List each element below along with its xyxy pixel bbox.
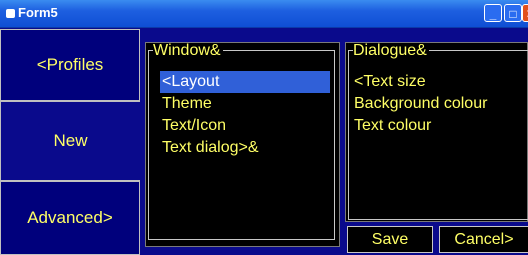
window-panel: Window& <Layout Theme Text/Icon Text dia… <box>145 42 340 247</box>
list-item-text-dialog[interactable]: Text dialog>& <box>162 137 259 159</box>
list-item-theme[interactable]: Theme <box>162 93 212 115</box>
dialogue-group-title: Dialogue& <box>353 42 429 59</box>
new-button[interactable]: New <box>0 101 140 181</box>
list-item-layout[interactable]: <Layout <box>160 71 330 93</box>
profiles-button[interactable]: <Profiles <box>0 29 140 101</box>
minimize-button[interactable]: _ <box>484 4 502 22</box>
list-item-text-size[interactable]: <Text size <box>354 71 426 93</box>
dialogue-panel: Dialogue& <Text size Background colour T… <box>345 42 528 222</box>
advanced-button[interactable]: Advanced> <box>0 181 140 255</box>
title-bar: Form5 _ □ ✕ <box>0 0 528 28</box>
window-group-title: Window& <box>153 42 223 59</box>
maximize-button[interactable]: □ <box>504 4 522 22</box>
list-item-background-colour[interactable]: Background colour <box>354 93 487 115</box>
save-button[interactable]: Save <box>347 226 433 253</box>
app-icon <box>6 9 15 18</box>
list-item-text-colour[interactable]: Text colour <box>354 115 431 137</box>
window-title: Form5 <box>18 5 58 20</box>
cancel-button[interactable]: Cancel> <box>439 226 528 253</box>
list-item-text-icon[interactable]: Text/Icon <box>162 115 226 137</box>
close-button[interactable]: ✕ <box>522 4 528 22</box>
